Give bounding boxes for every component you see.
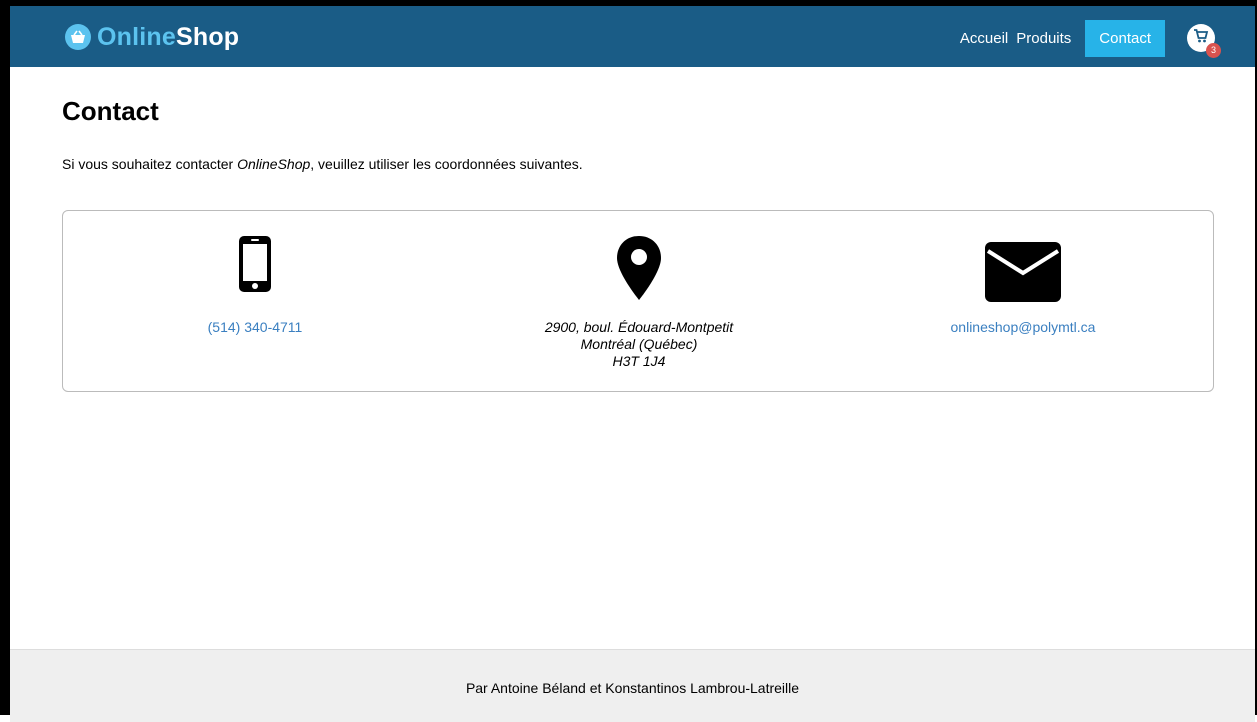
contact-card: (514) 340-4711 2900, boul. Édouard-Montp… [62,210,1214,392]
email-link[interactable]: onlineshop@polymtl.ca [951,319,1096,335]
cart-count-badge: 3 [1206,43,1221,58]
shopping-basket-icon [65,24,91,50]
navbar: OnlineShop Accueil Produits Contact 3 [10,6,1255,67]
phone-link[interactable]: (514) 340-4711 [208,319,303,335]
address-line1: 2900, boul. Édouard-Montpetit [544,319,734,335]
footer: Par Antoine Béland et Konstantinos Lambr… [10,649,1255,722]
page-title: Contact [62,96,159,126]
intro-brand: OnlineShop [237,156,311,172]
map-marker-icon [617,236,661,300]
browser-frame: OnlineShop Accueil Produits Contact 3 Co… [0,0,1257,722]
nav-link-contact[interactable]: Contact [1085,19,1165,57]
footer-credits: Par Antoine Béland et Konstantinos Lambr… [465,680,800,696]
brand-logo[interactable]: OnlineShop [65,21,239,53]
address-line3: H3T 1J4 [612,353,666,369]
nav-link-produits[interactable]: Produits [1016,30,1071,47]
envelope-icon [985,242,1061,302]
nav-link-accueil[interactable]: Accueil [960,30,1008,47]
intro-text: Si vous souhaitez contacter OnlineShop, … [62,156,583,172]
address-line2: Montréal (Québec) [580,336,698,352]
intro-before: Si vous souhaitez contacter [62,156,238,172]
brand-name-part2: Shop [175,22,240,51]
nav-links: Accueil Produits Contact 3 [960,19,1221,58]
intro-after: , veuillez utiliser les coordonnées suiv… [310,156,583,172]
phone-icon [239,236,271,292]
brand-name-part1: Online [97,22,176,51]
cart-button[interactable]: 3 [1187,24,1221,58]
